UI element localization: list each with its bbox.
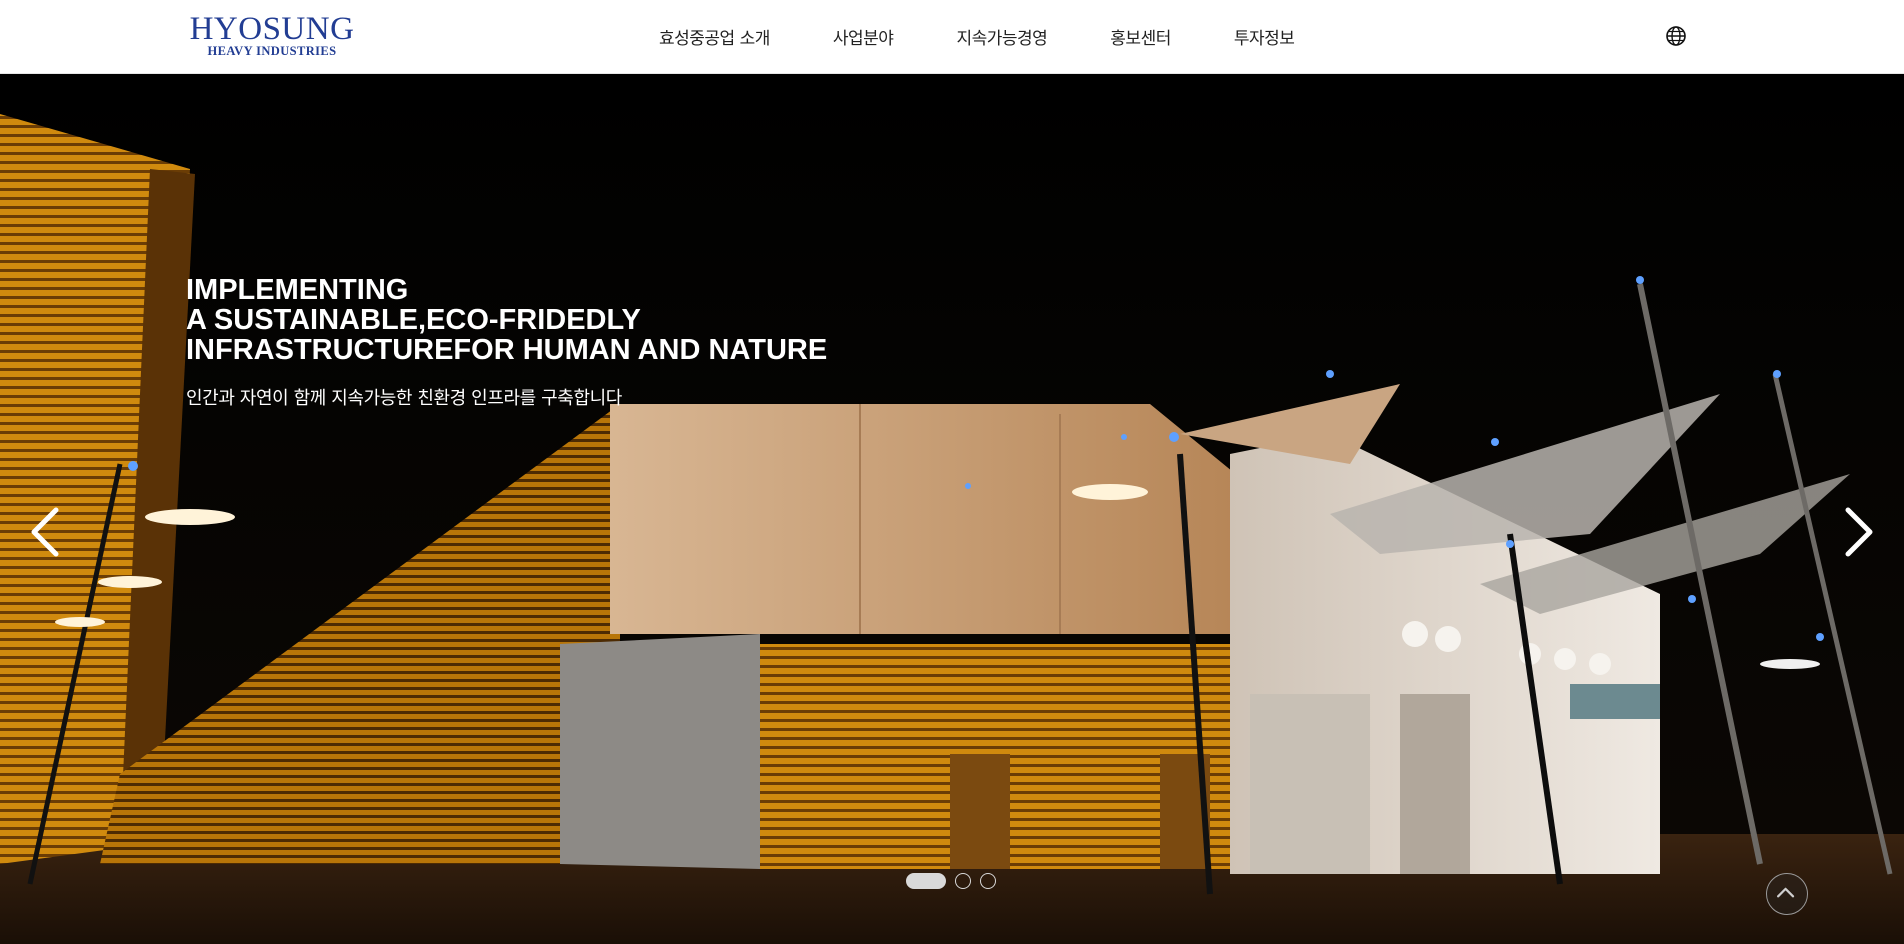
hero-background-image <box>0 114 1904 944</box>
nav-item-sustainability[interactable]: 지속가능경영 <box>956 24 1047 49</box>
hero-headline: IMPLEMENTING A SUSTAINABLE,ECO-FRIDEDLY … <box>186 275 827 365</box>
nav-item-pr-center[interactable]: 홍보센터 <box>1110 24 1171 49</box>
scroll-to-top-button[interactable] <box>1766 873 1808 915</box>
hero-slider: IMPLEMENTING A SUSTAINABLE,ECO-FRIDEDLY … <box>0 74 1904 944</box>
hero-headline-line: IMPLEMENTING <box>186 274 409 306</box>
nav-item-investors[interactable]: 투자정보 <box>1234 24 1295 49</box>
nav-item-business[interactable]: 사업분야 <box>833 24 894 49</box>
slider-dot-1[interactable] <box>906 873 946 889</box>
logo-wordmark: HYOSUNG <box>189 11 355 47</box>
globe-icon[interactable] <box>1665 25 1687 47</box>
site-header: HYOSUNG HEAVY INDUSTRIES 효성중공업 소개 사업분야 지… <box>0 0 1904 74</box>
nav-item-company[interactable]: 효성중공업 소개 <box>659 24 770 49</box>
slider-pagination <box>906 873 996 889</box>
chevron-up-icon <box>1777 887 1795 898</box>
hero-headline-line: A SUSTAINABLE,ECO-FRIDEDLY <box>186 304 641 336</box>
logo-subtitle: HEAVY INDUSTRIES <box>207 44 337 58</box>
hero-subheadline: 인간과 자연이 함께 지속가능한 친환경 인프라를 구축합니다 <box>186 388 622 409</box>
slider-dot-2[interactable] <box>955 873 971 889</box>
hyosung-logo[interactable]: HYOSUNG HEAVY INDUSTRIES <box>186 11 358 58</box>
hero-headline-line: INFRASTRUCTUREFOR HUMAN AND NATURE <box>186 334 828 366</box>
slider-dot-3[interactable] <box>980 873 996 889</box>
main-nav: 효성중공업 소개 사업분야 지속가능경영 홍보센터 투자정보 <box>659 0 1295 72</box>
chevron-left-icon[interactable] <box>26 502 66 562</box>
chevron-right-icon[interactable] <box>1838 502 1878 562</box>
